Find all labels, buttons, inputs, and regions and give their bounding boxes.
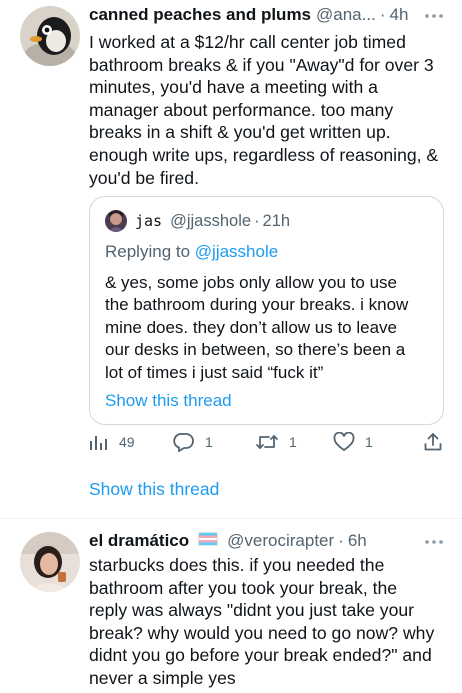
quoted-text-line: lot of times i just said “fuck it” xyxy=(105,362,324,382)
quoted-handle: @jjasshole xyxy=(170,212,252,230)
transgender-flag-icon xyxy=(198,532,219,546)
separator-dot: · xyxy=(338,531,344,550)
timestamp[interactable]: 4h xyxy=(389,4,408,26)
tweet-text: I worked at a $12/hr call center job tim… xyxy=(89,31,449,189)
replying-to-label: Replying to xyxy=(105,242,195,261)
quoted-header: jas @jjasshole · 21h xyxy=(135,210,290,232)
heart-icon xyxy=(333,432,355,452)
reply-count: 1 xyxy=(205,434,213,450)
quoted-tweet-text: & yes, some jobs only allow you to use t… xyxy=(105,272,435,384)
tweet-text: starbucks does this. if you needed the b… xyxy=(89,554,454,690)
avatar-penguin-image xyxy=(20,6,80,66)
tweet-action-bar: 49 1 1 1 xyxy=(89,432,444,460)
retweet-button[interactable]: 1 xyxy=(255,432,297,452)
retweet-count: 1 xyxy=(289,434,297,450)
tweet-text-line: manager about performance. too many xyxy=(89,99,394,120)
tweet-text-line: I worked at a $12/hr call center job tim… xyxy=(89,32,406,52)
quoted-tweet-card[interactable]: jas @jjasshole · 21h Replying to @jjassh… xyxy=(89,196,444,425)
views-button[interactable]: 49 xyxy=(89,432,135,452)
share-icon xyxy=(423,432,443,452)
tweet-2[interactable]: el dramático @verocirapter · 6h starbuck… xyxy=(0,519,462,693)
tweet-text-line: break? why would you need to go now? why xyxy=(89,622,435,643)
avatar[interactable] xyxy=(20,6,80,66)
quoted-avatar xyxy=(105,210,127,232)
more-dots-icon[interactable] xyxy=(424,534,444,545)
avatar-photo-image xyxy=(20,532,80,592)
tweet-text-line: never a simple yes xyxy=(89,667,236,688)
tweet-header: el dramático @verocirapter · 6h xyxy=(89,530,367,552)
display-name[interactable]: el dramático xyxy=(89,530,189,552)
tweet-text-line: reply was always "didnt you just take yo… xyxy=(89,600,415,621)
tweet-text-line: starbucks does this. if you needed the xyxy=(89,555,385,575)
separator-dot: · xyxy=(379,5,386,24)
quoted-text-line: mine does. they don’t allow us to leave xyxy=(105,317,398,337)
tweet-header: canned peaches and plums @ana... · 4h xyxy=(89,4,408,26)
quoted-text-line: & yes, some jobs only allow you to use xyxy=(105,273,397,292)
views-count: 49 xyxy=(119,434,135,450)
quoted-display-name: jas xyxy=(135,212,163,230)
handle[interactable]: @verocirapter xyxy=(227,530,334,552)
quoted-text-line: our desks in between, so there’s been a xyxy=(105,340,406,360)
like-button[interactable]: 1 xyxy=(333,432,373,452)
quoted-text-line: the bathroom during your breaks. i know xyxy=(105,295,409,315)
quoted-show-thread-link[interactable]: Show this thread xyxy=(105,391,232,411)
replying-to-handle[interactable]: @jjasshole xyxy=(195,242,278,261)
separator-dot: · xyxy=(254,212,260,230)
reply-icon xyxy=(173,432,195,452)
replying-to: Replying to @jjasshole xyxy=(105,241,278,263)
tweet-text-line: you'd be fired. xyxy=(89,167,199,188)
show-thread-link[interactable]: Show this thread xyxy=(89,479,219,500)
tweet-1[interactable]: canned peaches and plums @ana... · 4h I … xyxy=(0,0,462,518)
quoted-timestamp: 21h xyxy=(262,212,291,230)
timestamp[interactable]: 6h xyxy=(348,530,367,552)
share-button[interactable] xyxy=(423,432,443,452)
retweet-icon xyxy=(255,432,279,452)
display-name[interactable]: canned peaches and plums xyxy=(89,4,311,26)
tweet-text-line: bathroom after you took your break, the xyxy=(89,577,398,598)
tweet-text-line: breaks in a shift & you'd get written up… xyxy=(89,122,391,143)
avatar[interactable] xyxy=(20,532,80,592)
tweet-text-line: enough write ups, regardless of reasonin… xyxy=(89,144,439,165)
tweet-text-line: minutes, you'd have a meeting with a xyxy=(89,77,378,98)
more-dots-icon[interactable] xyxy=(424,8,444,19)
analytics-icon xyxy=(89,432,109,452)
handle[interactable]: @ana... xyxy=(316,4,376,26)
tweet-text-line: didnt you go before your break ended?" a… xyxy=(89,645,432,666)
reply-button[interactable]: 1 xyxy=(173,432,213,452)
like-count: 1 xyxy=(365,434,373,450)
tweet-text-line: bathroom breaks & if you "Away"d for ove… xyxy=(89,54,434,75)
